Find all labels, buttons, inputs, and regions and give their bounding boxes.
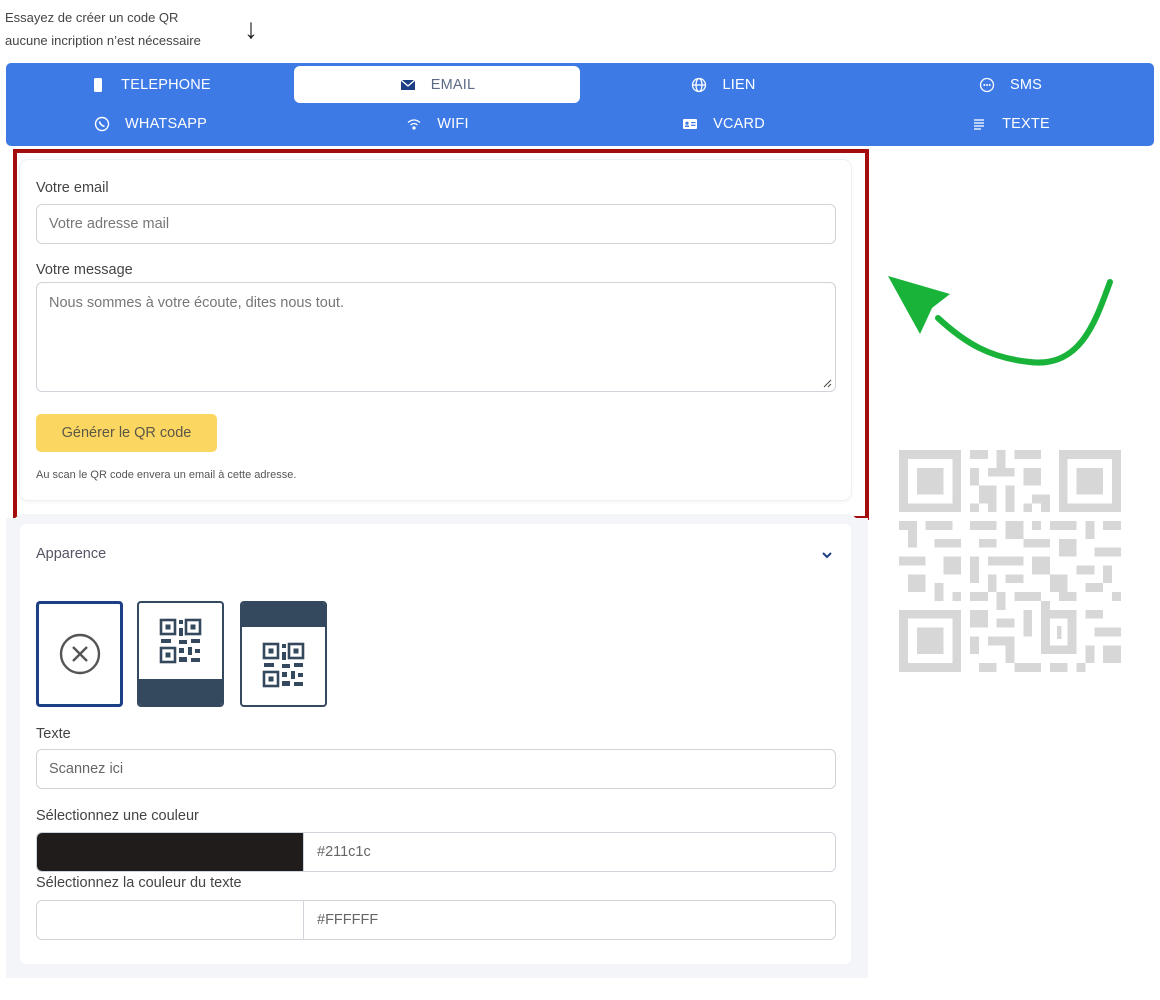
callout-arrow-icon bbox=[888, 276, 1113, 366]
generate-qr-button[interactable]: Générer le QR code bbox=[36, 414, 217, 452]
tab-vcard[interactable]: VCARD bbox=[580, 105, 866, 142]
text-color-label: Sélectionnez la couleur du texte bbox=[36, 875, 242, 891]
appearance-title[interactable]: Apparence bbox=[36, 546, 106, 562]
tab-wifi[interactable]: WIFI bbox=[294, 105, 580, 142]
tab-telephone[interactable]: TELEPHONE bbox=[6, 66, 294, 103]
tab-sms[interactable]: SMS bbox=[866, 66, 1154, 103]
message-textarea[interactable]: Nous sommes à votre écoute, dites nous t… bbox=[36, 282, 836, 392]
tab-label: TEXTE bbox=[1002, 115, 1050, 132]
chat-bubble-icon bbox=[978, 76, 996, 94]
text-lines-icon bbox=[970, 115, 988, 133]
qr-frame-top-icon bbox=[242, 603, 325, 688]
email-input[interactable]: Votre adresse mail bbox=[36, 204, 836, 244]
tab-label: TELEPHONE bbox=[121, 76, 211, 93]
intro-line-1: Essayez de créer un code QR bbox=[5, 10, 179, 25]
text-color-picker-row: #FFFFFF bbox=[36, 900, 836, 940]
qr-frame-bottom-icon bbox=[139, 618, 222, 705]
text-color-hex-value: #FFFFFF bbox=[317, 912, 379, 928]
intro-line-2: aucune incription n’est nécessaire bbox=[5, 33, 201, 48]
chevron-down-icon[interactable] bbox=[820, 548, 834, 562]
intro-text: Essayez de créer un code QR aucune incri… bbox=[5, 6, 201, 52]
down-arrow-icon: ↓ bbox=[244, 13, 258, 44]
color-hex-value: #211c1c bbox=[317, 844, 371, 860]
tab-label: VCARD bbox=[713, 115, 765, 132]
appearance-card bbox=[20, 524, 851, 964]
qr-code-preview bbox=[899, 450, 1121, 672]
frame-option-none[interactable] bbox=[36, 601, 123, 707]
whatsapp-icon bbox=[93, 115, 111, 133]
message-placeholder: Nous sommes à votre écoute, dites nous t… bbox=[49, 295, 344, 311]
tab-email[interactable]: EMAIL bbox=[294, 66, 580, 103]
text-label: Texte bbox=[36, 726, 71, 742]
qr-type-tab-bar: TELEPHONE EMAIL LIEN SMS WHATSAPP WIFI V… bbox=[6, 63, 1154, 146]
frame-option-label-top[interactable] bbox=[240, 601, 327, 707]
color-label: Sélectionnez une couleur bbox=[36, 808, 199, 824]
tab-label: EMAIL bbox=[430, 76, 476, 93]
message-label: Votre message bbox=[36, 262, 133, 278]
globe-icon bbox=[690, 76, 708, 94]
color-picker-row: #211c1c bbox=[36, 832, 836, 872]
color-hex-input[interactable]: #211c1c bbox=[303, 833, 835, 871]
tab-label: WIFI bbox=[437, 115, 469, 132]
text-color-swatch[interactable] bbox=[37, 901, 303, 939]
tab-label: WHATSAPP bbox=[125, 115, 207, 132]
resize-handle-icon[interactable] bbox=[822, 378, 832, 388]
color-swatch[interactable] bbox=[37, 833, 303, 871]
phone-icon bbox=[89, 76, 107, 94]
envelope-icon bbox=[399, 76, 417, 94]
wifi-icon bbox=[405, 115, 423, 133]
frame-option-label-bottom[interactable] bbox=[137, 601, 224, 707]
email-label: Votre email bbox=[36, 180, 109, 196]
tab-whatsapp[interactable]: WHATSAPP bbox=[6, 105, 294, 142]
email-placeholder: Votre adresse mail bbox=[49, 216, 170, 232]
tab-lien[interactable]: LIEN bbox=[580, 66, 866, 103]
frame-text-value: Scannez ici bbox=[49, 761, 124, 777]
scan-hint: Au scan le QR code envera un email à cet… bbox=[36, 469, 297, 481]
text-color-hex-input[interactable]: #FFFFFF bbox=[303, 901, 835, 939]
close-circle-icon bbox=[59, 633, 100, 675]
tab-label: SMS bbox=[1009, 76, 1043, 93]
id-card-icon bbox=[681, 115, 699, 133]
tab-texte[interactable]: TEXTE bbox=[866, 105, 1154, 142]
frame-text-input[interactable]: Scannez ici bbox=[36, 749, 836, 789]
tab-label: LIEN bbox=[722, 76, 756, 93]
